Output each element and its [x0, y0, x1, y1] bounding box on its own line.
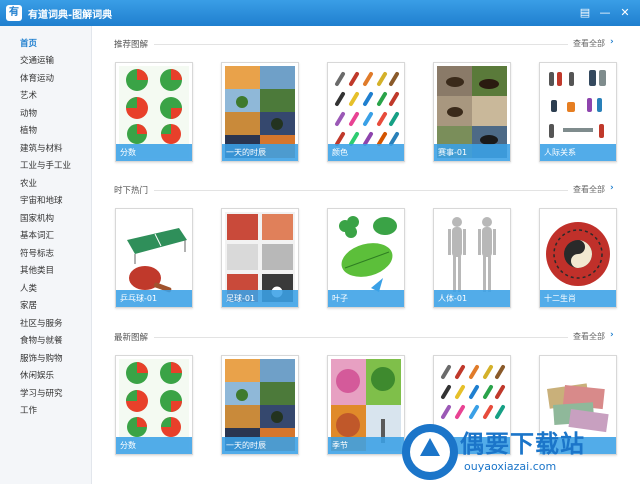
- section-title: 时下热门: [114, 186, 149, 196]
- card-fractions[interactable]: 分数: [115, 62, 193, 162]
- chevron-right-icon[interactable]: ›: [610, 183, 614, 193]
- sidebar-item-symbols[interactable]: 符号标志: [20, 246, 54, 262]
- watermark-text: 偶要下载站: [460, 430, 585, 458]
- sidebar-item-food[interactable]: 食物与就餐: [20, 333, 63, 349]
- site-watermark: 偶要下载站 ouyaoxiazai.com: [398, 416, 640, 484]
- sidebar-item-home-life[interactable]: 家居: [20, 298, 37, 314]
- watermark-logo-icon: [402, 424, 458, 480]
- card-relationships[interactable]: 人际关系: [539, 62, 617, 162]
- sidebar-item-clothing[interactable]: 服饰与购物: [20, 351, 63, 367]
- card-colors[interactable]: 颜色: [327, 62, 405, 162]
- card-leaves[interactable]: 叶子: [327, 208, 405, 308]
- card-times-of-day[interactable]: 一天的时辰: [221, 62, 299, 162]
- watermark-url: ouyaoxiazai.com: [464, 460, 557, 473]
- sidebar-item-other[interactable]: 其他类目: [20, 263, 54, 279]
- card-caption: 足球-01: [222, 290, 298, 307]
- close-button[interactable]: ✕: [616, 4, 634, 22]
- section-divider: [154, 337, 568, 338]
- card-caption: 一天的时辰: [222, 144, 298, 161]
- chevron-right-icon[interactable]: ›: [610, 37, 614, 47]
- sidebar-item-architecture[interactable]: 建筑与材料: [20, 141, 63, 157]
- sidebar-item-work[interactable]: 工作: [20, 403, 37, 419]
- card-fractions[interactable]: 分数: [115, 355, 193, 455]
- card-events[interactable]: 赛事-01: [433, 62, 511, 162]
- sidebar-item-art[interactable]: 艺术: [20, 88, 37, 104]
- sidebar-item-agriculture[interactable]: 农业: [20, 176, 37, 192]
- card-times-of-day[interactable]: 一天的时辰: [221, 355, 299, 455]
- window-title: 有道词典-图解词典: [28, 10, 113, 21]
- section-divider: [154, 190, 568, 191]
- card-human-body[interactable]: 人体-01: [433, 208, 511, 308]
- section-title: 最新图解: [114, 333, 149, 343]
- sidebar-item-industry[interactable]: 工业与手工业: [20, 158, 71, 174]
- sidebar-item-leisure[interactable]: 休闲娱乐: [20, 368, 54, 384]
- sidebar-item-basic-words[interactable]: 基本词汇: [20, 228, 54, 244]
- sidebar-item-home[interactable]: 首页: [20, 36, 37, 52]
- see-all-link[interactable]: 查看全部: [573, 184, 605, 195]
- card-chinese-zodiac[interactable]: 十二生肖: [539, 208, 617, 308]
- see-all-link[interactable]: 查看全部: [573, 38, 605, 49]
- card-caption: 一天的时辰: [222, 437, 298, 454]
- card-caption: 人体-01: [434, 290, 510, 307]
- see-all-link[interactable]: 查看全部: [573, 331, 605, 342]
- sidebar-item-animals[interactable]: 动物: [20, 106, 37, 122]
- card-table-tennis[interactable]: 乒乓球-01: [115, 208, 193, 308]
- card-caption: 分数: [116, 437, 192, 454]
- card-caption: 季节: [328, 437, 404, 454]
- sidebar-item-universe[interactable]: 宇宙和地球: [20, 193, 63, 209]
- sidebar-item-study[interactable]: 学习与研究: [20, 386, 63, 402]
- title-bar: 有 有道词典-图解词典 ▤ — ✕: [0, 0, 640, 26]
- sidebar-item-transport[interactable]: 交通运输: [20, 53, 54, 69]
- app-logo-icon: 有: [6, 5, 22, 21]
- card-caption: 颜色: [328, 144, 404, 161]
- menu-button[interactable]: ▤: [576, 4, 594, 22]
- sidebar-item-government[interactable]: 国家机构: [20, 211, 54, 227]
- card-seasons[interactable]: 季节: [327, 355, 405, 455]
- minimize-button[interactable]: —: [596, 4, 614, 22]
- section-title: 推荐图解: [114, 40, 149, 50]
- chevron-right-icon[interactable]: ›: [610, 330, 614, 340]
- category-sidebar: 首页 交通运输 体育运动 艺术 动物 植物 建筑与材料 工业与手工业 农业 宇宙…: [0, 26, 92, 484]
- sidebar-item-human[interactable]: 人类: [20, 281, 37, 297]
- section-divider: [154, 44, 568, 45]
- card-caption: 人际关系: [540, 144, 616, 161]
- card-football[interactable]: 足球-01: [221, 208, 299, 308]
- card-caption: 叶子: [328, 290, 404, 307]
- sidebar-item-sports[interactable]: 体育运动: [20, 71, 54, 87]
- sidebar-item-plants[interactable]: 植物: [20, 123, 37, 139]
- card-caption: 分数: [116, 144, 192, 161]
- sidebar-item-community[interactable]: 社区与服务: [20, 316, 63, 332]
- card-caption: 十二生肖: [540, 290, 616, 307]
- card-caption: 乒乓球-01: [116, 290, 192, 307]
- card-caption: 赛事-01: [434, 144, 510, 161]
